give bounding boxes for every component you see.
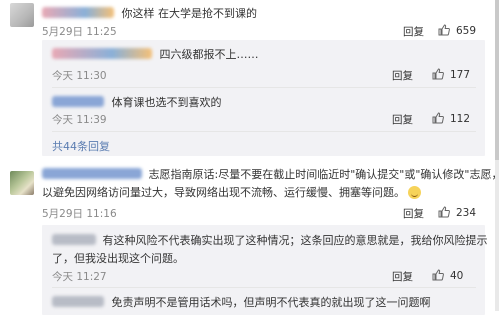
divider	[52, 87, 476, 88]
reply-time: 今天 11:27	[52, 271, 107, 283]
reply-item: 免责声明不是管用话术吗，但声明不代表真的就出现了这一问题啊	[52, 294, 431, 310]
reply-item: 有这种风险不代表确实出现了这种情况；这条回应的意思就是，我给你风险提示	[52, 232, 488, 248]
username-redacted[interactable]	[52, 96, 104, 107]
reply-button[interactable]: 回复	[392, 70, 413, 82]
reply-actions: 回复	[392, 112, 413, 127]
reply-like[interactable]: 112	[432, 112, 470, 125]
reply-meta: 今天 11:39	[52, 112, 107, 127]
comment-2-actions: 回复	[403, 206, 424, 221]
username-redacted[interactable]	[42, 168, 142, 179]
reply-text: 免责声明不是管用话术吗，但声明不代表真的就出现了这一问题啊	[112, 296, 431, 309]
thumbs-up-icon[interactable]	[438, 206, 450, 218]
reply-text-line1: 有这种风险不代表确实出现了这种情况；这条回应的意思就是，我给你风险提示	[103, 234, 488, 247]
username-redacted[interactable]	[52, 234, 96, 245]
username-redacted[interactable]	[42, 7, 114, 18]
comment-2-like[interactable]: 234	[438, 206, 476, 219]
more-replies-text[interactable]: 共44条回复	[52, 140, 110, 153]
comment-2-content-line2: 以避免因网络访问量过大，导致网络出现不流畅、运行缓慢、拥塞等问题。	[42, 184, 421, 200]
divider	[52, 131, 476, 132]
comment-1-content: 你这样 在大学是抢不到课的	[42, 5, 257, 21]
username-redacted[interactable]	[52, 296, 104, 307]
reply-time: 今天 11:39	[52, 114, 107, 126]
reply-item-line2: 了，但我没出现这个问题。	[52, 250, 184, 266]
reply-actions: 回复	[392, 68, 413, 83]
comment-time: 5月29日 11:16	[42, 208, 117, 220]
reply-meta: 今天 11:27	[52, 269, 107, 284]
thumbs-up-icon[interactable]	[432, 68, 444, 80]
like-count: 659	[456, 25, 476, 37]
like-count: 234	[456, 207, 476, 219]
reply-text-line2: 了，但我没出现这个问题。	[52, 252, 184, 265]
reply-button[interactable]: 回复	[392, 114, 413, 126]
comment-text: 你这样 在大学是抢不到课的	[122, 7, 258, 20]
like-count: 177	[450, 69, 470, 81]
avatar[interactable]	[10, 171, 34, 195]
comment-2-content: 志愿指南原话:尽量不要在截止时间临近时"确认提交"或"确认修改"志愿，	[42, 166, 499, 182]
scrollbar[interactable]	[495, 0, 499, 311]
comment-text-line1: 志愿指南原话:尽量不要在截止时间临近时"确认提交"或"确认修改"志愿，	[149, 168, 499, 181]
divider	[52, 287, 476, 288]
reply-like[interactable]: 177	[432, 68, 470, 81]
thumbs-up-icon[interactable]	[438, 24, 450, 36]
comment-1-meta: 5月29日 11:25	[42, 24, 117, 39]
reply-meta: 今天 11:30	[52, 68, 107, 83]
reply-item: 体育课也选不到喜欢的	[52, 94, 222, 110]
reply-text: 四六级都报不上……	[160, 48, 259, 61]
like-count: 40	[450, 270, 463, 282]
thumbs-up-icon[interactable]	[432, 269, 444, 281]
thumbs-up-icon[interactable]	[432, 112, 444, 124]
comment-2-meta: 5月29日 11:16	[42, 206, 117, 221]
comment-1-like[interactable]: 659	[438, 24, 476, 37]
comment-1-actions: 回复	[403, 24, 424, 39]
like-count: 112	[450, 113, 470, 125]
smile-emoji-icon	[408, 186, 421, 199]
reply-button[interactable]: 回复	[403, 208, 424, 220]
more-replies-link[interactable]: 共44条回复	[52, 138, 110, 154]
reply-time: 今天 11:30	[52, 70, 107, 82]
reply-like[interactable]: 40	[432, 269, 463, 282]
avatar[interactable]	[10, 3, 34, 27]
username-redacted[interactable]	[52, 48, 152, 59]
reply-button[interactable]: 回复	[403, 26, 424, 38]
reply-button[interactable]: 回复	[392, 271, 413, 283]
reply-actions: 回复	[392, 269, 413, 284]
reply-item: 四六级都报不上……	[52, 46, 259, 62]
comment-text-line2: 以避免因网络访问量过大，导致网络出现不流畅、运行缓慢、拥塞等问题。	[42, 186, 405, 199]
reply-text: 体育课也选不到喜欢的	[112, 96, 222, 109]
comment-time: 5月29日 11:25	[42, 26, 117, 38]
scrollbar-thumb[interactable]	[495, 0, 499, 160]
